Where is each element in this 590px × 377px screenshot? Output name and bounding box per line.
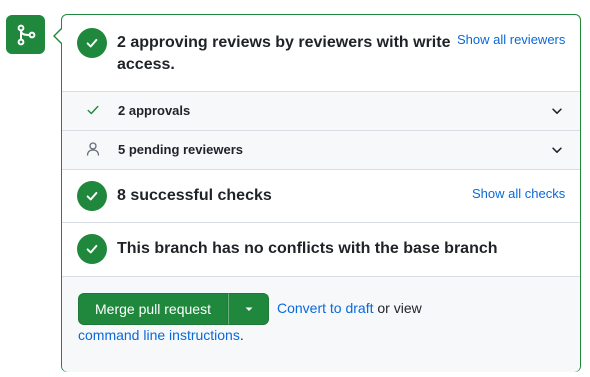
merge-section: Merge pull request Convert to draft or v…: [62, 276, 580, 372]
panel-pointer-fill: [55, 28, 63, 44]
merge-options-dropdown[interactable]: [228, 293, 269, 325]
merge-instructions-line1: Convert to draft or view: [277, 295, 422, 322]
conflicts-title: This branch has no conflicts with the ba…: [117, 240, 498, 257]
command-line-instructions-link[interactable]: command line instructions: [78, 327, 240, 343]
git-merge-badge: [6, 15, 45, 54]
check-circle-icon: [77, 234, 107, 264]
show-all-reviewers-link[interactable]: Show all reviewers: [457, 32, 565, 47]
merge-status-panel: 2 approving reviews by reviewers with wr…: [61, 14, 581, 372]
check-icon: [87, 105, 99, 115]
pending-reviewers-row[interactable]: 5 pending reviewers: [62, 130, 580, 169]
check-circle-icon: [77, 181, 107, 211]
chevron-down-icon[interactable]: [550, 143, 564, 157]
pending-reviewers-label: 5 pending reviewers: [118, 142, 243, 157]
convert-to-draft-link[interactable]: Convert to draft: [277, 300, 374, 316]
show-all-checks-link[interactable]: Show all checks: [472, 186, 565, 201]
chevron-down-icon[interactable]: [550, 104, 564, 118]
or-view-text: or view: [377, 300, 422, 316]
merge-pull-request-button[interactable]: Merge pull request: [78, 293, 228, 325]
triangle-down-icon: [245, 307, 252, 311]
review-section: 2 approving reviews by reviewers with wr…: [62, 15, 580, 91]
checks-section: 8 successful checks Show all checks: [62, 169, 580, 222]
git-merge-icon: [17, 24, 35, 45]
merge-instructions-line2: command line instructions.: [78, 322, 244, 349]
check-circle-icon: [77, 28, 107, 58]
checks-title: 8 successful checks: [117, 187, 272, 204]
approvals-label: 2 approvals: [118, 103, 191, 118]
period-text: .: [239, 327, 244, 343]
merge-button-group: Merge pull request: [78, 293, 269, 325]
review-title: 2 approving reviews by reviewers with wr…: [117, 34, 451, 73]
person-icon: [86, 142, 100, 156]
conflicts-section: This branch has no conflicts with the ba…: [62, 222, 580, 276]
approvals-row[interactable]: 2 approvals: [62, 91, 580, 130]
